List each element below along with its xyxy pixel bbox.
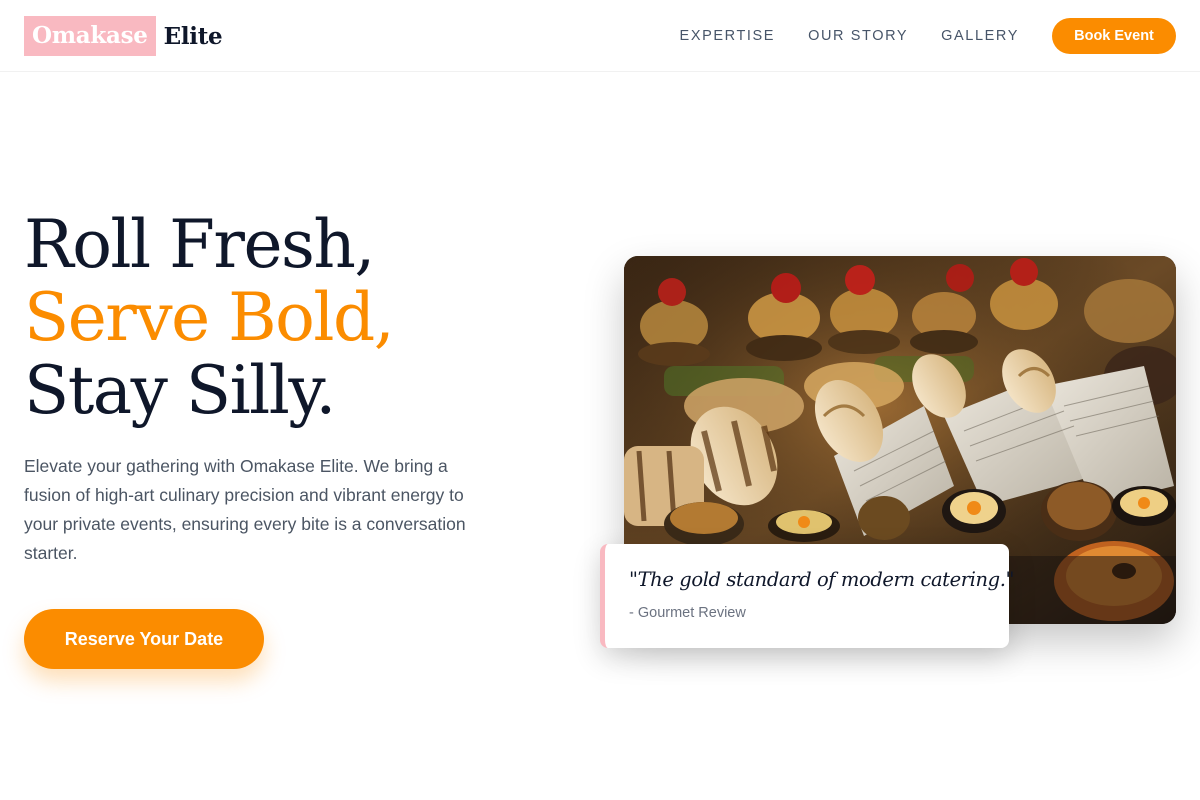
nav-link-gallery[interactable]: GALLERY: [941, 28, 1019, 44]
hero-description: Elevate your gathering with Omakase Elit…: [24, 456, 466, 563]
book-event-button[interactable]: Book Event: [1052, 18, 1176, 54]
testimonial-quote: "The gold standard of modern catering.": [629, 568, 1015, 591]
nav-link-expertise[interactable]: EXPERTISE: [680, 28, 776, 44]
testimonial-source: - Gourmet Review: [629, 605, 746, 621]
testimonial-card: "The gold standard of modern catering." …: [600, 544, 1015, 648]
brand-name-rest: Elite: [163, 22, 223, 50]
brand-logo[interactable]: Omakase Elite: [24, 16, 223, 56]
hero-title: Roll Fresh, Serve Bold, Stay Silly.: [24, 206, 395, 429]
nav-link-our-story[interactable]: OUR STORY: [808, 28, 908, 44]
hero-title-line-2: Serve Bold,: [24, 279, 395, 356]
hero-title-line-1: Roll Fresh,: [24, 206, 375, 283]
reserve-date-button[interactable]: Reserve Your Date: [24, 609, 264, 669]
brand-name-highlight: Omakase: [24, 16, 156, 56]
site-header: Omakase Elite EXPERTISE OUR STORY GALLER…: [0, 0, 1200, 72]
main-nav: EXPERTISE OUR STORY GALLERY Book Event: [680, 18, 1176, 54]
hero-title-line-3: Stay Silly.: [24, 352, 336, 429]
